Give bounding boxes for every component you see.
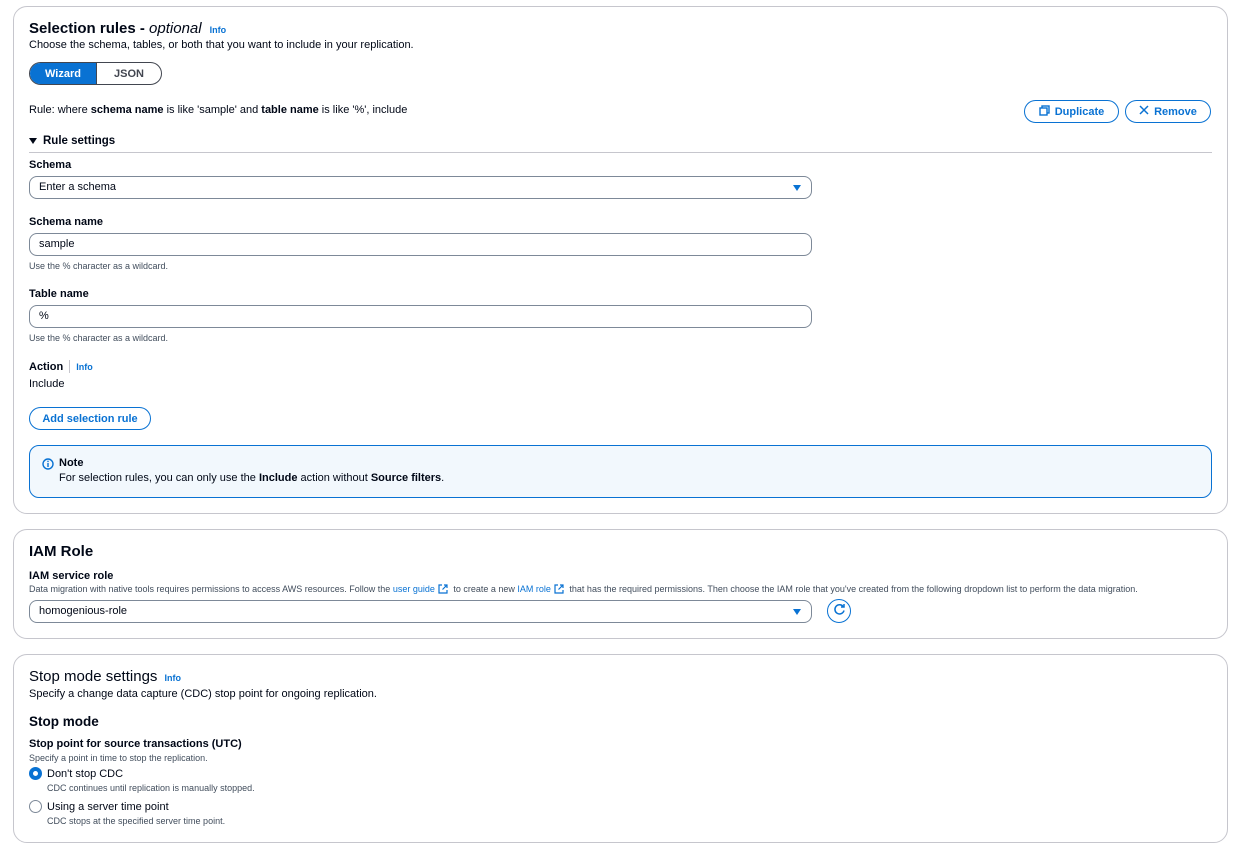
info-icon — [42, 458, 54, 473]
rule-summary-table-key: table name — [261, 104, 319, 116]
radio-dont-stop-cdc-desc: CDC continues until replication is manua… — [47, 783, 255, 793]
note-text-suffix: . — [441, 472, 445, 484]
duplicate-button[interactable]: Duplicate — [1024, 100, 1119, 123]
iam-desc-suffix: that has the required permissions. Then … — [566, 584, 1138, 594]
add-selection-rule-button[interactable]: Add selection rule — [29, 407, 151, 430]
note-text: For selection rules, you can only use th… — [59, 472, 444, 484]
table-name-input[interactable]: % — [29, 305, 812, 328]
caret-down-icon — [793, 609, 801, 615]
stop-mode-description: Specify a change data capture (CDC) stop… — [29, 688, 377, 700]
close-icon — [1139, 105, 1149, 118]
add-selection-rule-label: Add selection rule — [42, 412, 138, 425]
iam-service-role-label: IAM service role — [29, 570, 114, 582]
action-info-link[interactable]: Info — [76, 362, 93, 372]
caret-down-icon — [793, 185, 801, 191]
divider — [69, 360, 71, 373]
stop-mode-title: Stop mode settings — [29, 668, 158, 685]
note-text-prefix: For selection rules, you can only use th… — [59, 472, 259, 484]
schema-label: Schema — [29, 159, 72, 171]
rule-settings-label: Rule settings — [43, 135, 116, 147]
stop-mode-info-link[interactable]: Info — [164, 673, 181, 683]
rule-summary-mid: is like 'sample' and — [163, 104, 262, 116]
iam-role-link[interactable]: IAM role — [517, 584, 551, 594]
schema-name-value: sample — [39, 238, 75, 250]
selection-rules-optional: optional — [149, 20, 202, 37]
radio-server-time-point[interactable] — [29, 800, 42, 813]
duplicate-icon — [1039, 104, 1050, 119]
selection-rules-description: Choose the schema, tables, or both that … — [29, 39, 414, 51]
refresh-button[interactable] — [827, 599, 851, 623]
note-bold-source-filters: Source filters — [370, 472, 442, 484]
selection-rules-title: Selection rules - — [29, 20, 150, 37]
stop-point-hint: Specify a point in time to stop the repl… — [29, 753, 208, 763]
iam-role-title: IAM Role — [29, 543, 94, 560]
iam-desc-mid: to create a new — [450, 584, 518, 594]
action-value: Include — [29, 378, 65, 390]
table-name-value: % — [39, 310, 49, 322]
iam-service-role-description: Data migration with native tools require… — [29, 584, 1138, 596]
radio-server-time-point-desc: CDC stops at the specified server time p… — [47, 816, 226, 826]
iam-role-select[interactable]: homogenious-role — [29, 600, 812, 623]
action-field-header: Action Info — [29, 360, 93, 373]
table-name-label: Table name — [29, 288, 89, 300]
stop-mode-heading: Stop mode settings Info — [29, 668, 181, 685]
schema-select-value: Enter a schema — [39, 181, 117, 193]
rule-summary-prefix: Rule: where — [29, 104, 91, 116]
schema-name-hint: Use the % character as a wildcard. — [29, 261, 169, 271]
stop-mode-subheading: Stop mode — [29, 714, 99, 729]
wizard-tab[interactable]: Wizard — [30, 63, 96, 84]
note-title: Note — [59, 457, 84, 469]
external-link-icon — [554, 584, 564, 596]
schema-select[interactable]: Enter a schema — [29, 176, 812, 199]
remove-label: Remove — [1154, 105, 1197, 118]
iam-role-select-value: homogenious-role — [39, 605, 128, 617]
rule-settings-expander[interactable]: Rule settings — [29, 135, 115, 147]
duplicate-label: Duplicate — [1054, 105, 1105, 118]
schema-name-input[interactable]: sample — [29, 233, 812, 256]
radio-server-time-point-label[interactable]: Using a server time point — [47, 801, 169, 813]
json-tab[interactable]: JSON — [96, 63, 161, 84]
table-name-hint: Use the % character as a wildcard. — [29, 333, 169, 343]
wizard-json-toggle: Wizard JSON — [29, 62, 162, 85]
note-bold-include: Include — [258, 472, 298, 484]
selection-rules-heading: Selection rules - optional Info — [29, 20, 226, 37]
radio-dont-stop-cdc-label[interactable]: Don't stop CDC — [47, 768, 123, 780]
iam-desc-prefix: Data migration with native tools require… — [29, 584, 393, 594]
remove-button[interactable]: Remove — [1125, 100, 1211, 123]
note-text-mid: action without — [297, 472, 371, 484]
refresh-icon — [833, 603, 846, 619]
external-link-icon — [438, 584, 448, 596]
rule-settings-divider — [29, 152, 1212, 153]
rule-summary: Rule: where schema name is like 'sample'… — [29, 104, 407, 116]
radio-dont-stop-cdc[interactable] — [29, 767, 42, 780]
schema-name-label: Schema name — [29, 216, 103, 228]
rule-summary-suffix: is like '%', include — [318, 104, 408, 116]
caret-down-icon — [29, 138, 37, 144]
selection-rules-info-link[interactable]: Info — [210, 25, 227, 35]
action-label: Action — [29, 360, 64, 373]
user-guide-link[interactable]: user guide — [393, 584, 435, 594]
stop-point-label: Stop point for source transactions (UTC) — [29, 738, 242, 750]
selection-rules-panel — [13, 6, 1228, 514]
rule-summary-schema-key: schema name — [90, 104, 164, 116]
note-alert: Note For selection rules, you can only u… — [29, 445, 1212, 498]
